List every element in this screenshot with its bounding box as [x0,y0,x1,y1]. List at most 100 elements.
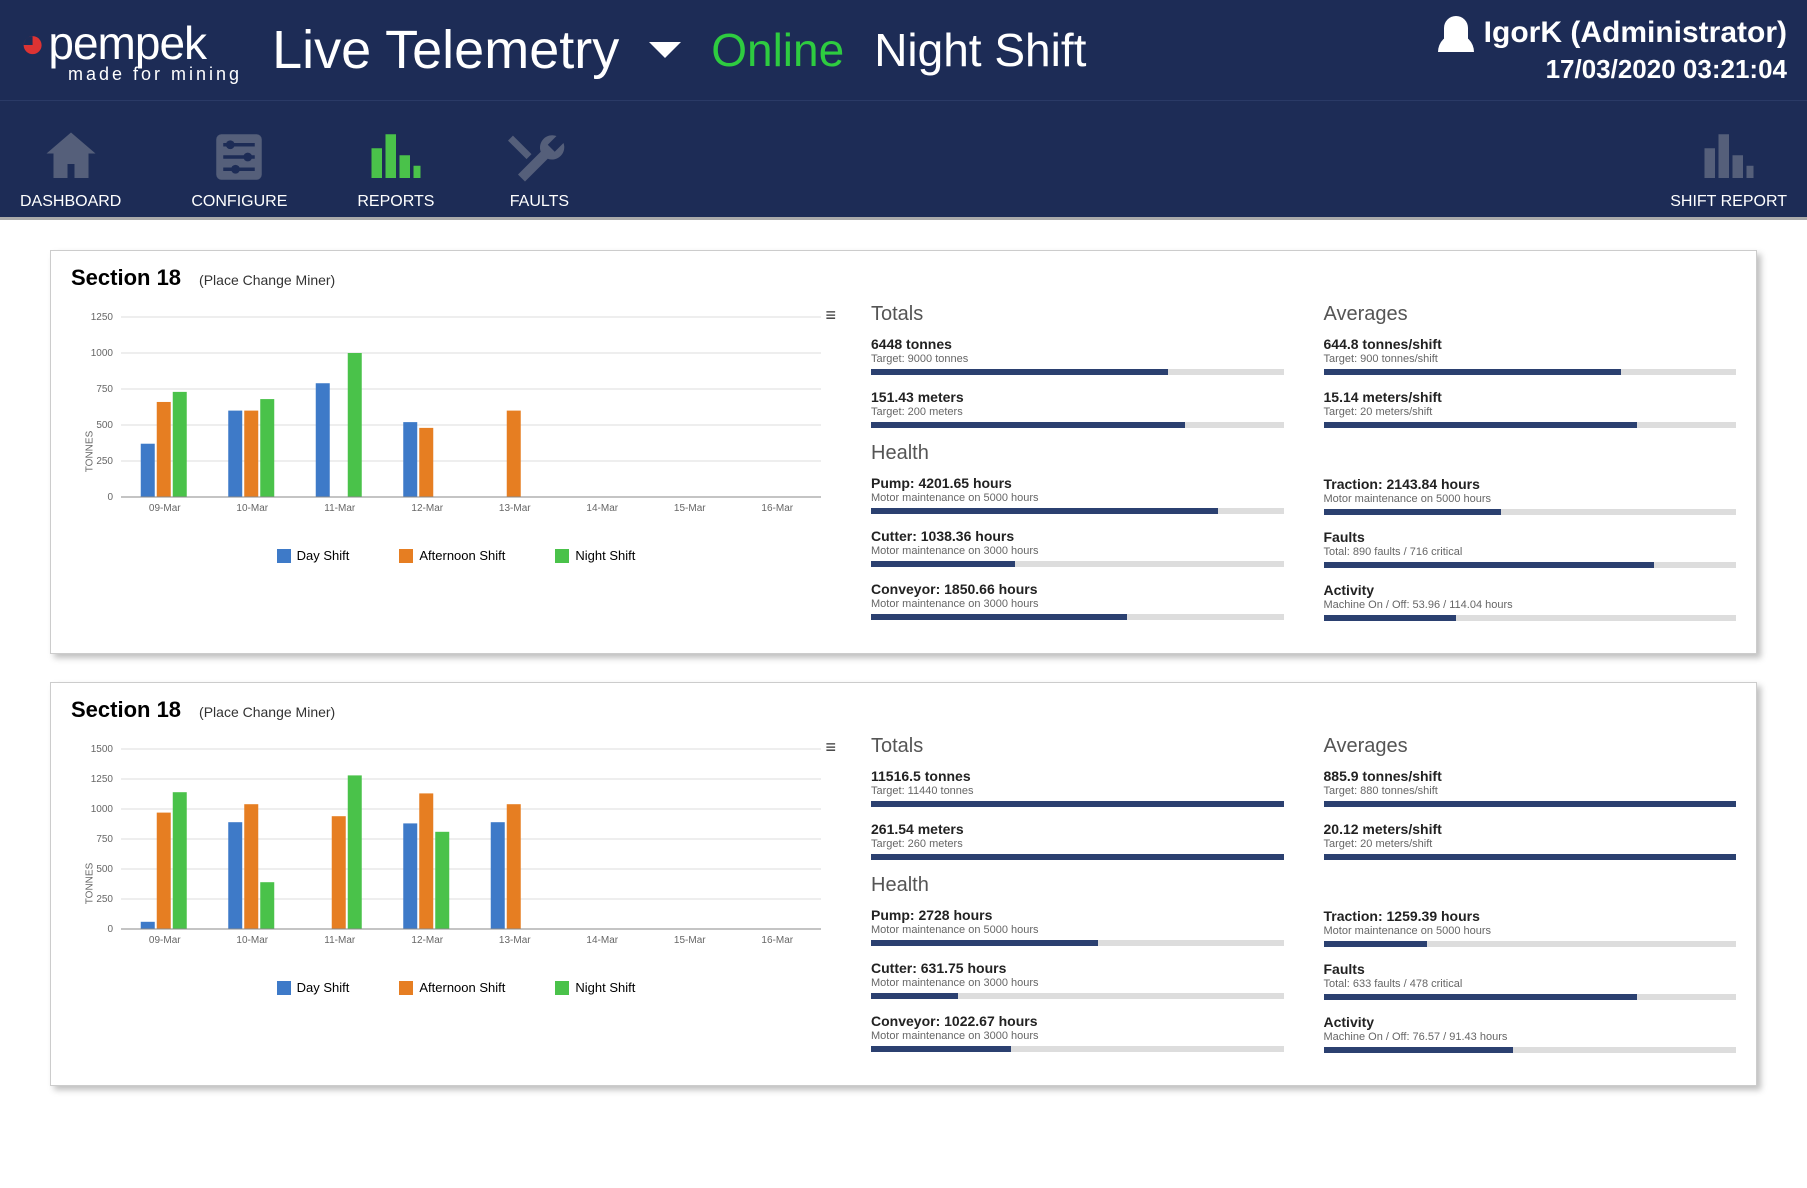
bar[interactable] [507,411,521,497]
progress-track [1324,615,1737,621]
progress-track [1324,801,1737,807]
metric: Pump: 4201.65 hoursMotor maintenance on … [871,475,1284,514]
chart-menu-icon[interactable]: ≡ [825,737,835,758]
progress-fill [871,561,1015,567]
legend-label: Afternoon Shift [419,548,505,563]
metric: Traction: 1259.39 hoursMotor maintenance… [1324,908,1737,947]
legend-swatch [277,981,291,995]
metric-sub: Target: 20 meters/shift [1324,406,1737,418]
metric: Pump: 2728 hoursMotor maintenance on 500… [871,907,1284,946]
bar[interactable] [507,804,521,929]
legend-swatch [277,549,291,563]
progress-fill [871,801,1284,807]
legend-label: Night Shift [575,548,635,563]
bar[interactable] [228,822,242,929]
nav-label: FAULTS [510,193,569,211]
progress-fill [871,993,958,999]
legend-item[interactable]: Afternoon Shift [399,980,505,995]
svg-text:11-Mar: 11-Mar [324,935,356,946]
metric-title: 15.14 meters/shift [1324,389,1737,405]
metric: 644.8 tonnes/shiftTarget: 900 tonnes/shi… [1324,336,1737,375]
nav-label: CONFIGURE [191,193,287,211]
logo-tagline: made for mining [68,64,242,85]
bar[interactable] [244,411,258,497]
bar[interactable] [173,392,187,497]
legend-item[interactable]: Night Shift [555,980,635,995]
metric-sub: Motor maintenance on 3000 hours [871,1030,1284,1042]
bar[interactable] [141,444,155,497]
progress-fill [871,508,1218,514]
metric-title: Cutter: 631.75 hours [871,960,1284,976]
svg-text:12-Mar: 12-Mar [411,935,443,946]
bar[interactable] [332,816,346,929]
svg-text:12-Mar: 12-Mar [411,503,443,514]
bar[interactable] [260,399,274,497]
bar[interactable] [244,804,258,929]
metric-title: 20.12 meters/shift [1324,821,1737,837]
svg-text:500: 500 [96,864,113,875]
bar[interactable] [228,411,242,497]
bar[interactable] [403,422,417,497]
chart-menu-icon[interactable]: ≡ [825,305,835,326]
metric: 11516.5 tonnesTarget: 11440 tonnes [871,768,1284,807]
legend-label: Night Shift [575,980,635,995]
progress-fill [1324,562,1654,568]
user-name: IgorK (Administrator) [1484,16,1787,50]
progress-fill [1324,422,1638,428]
metric-title: 885.9 tonnes/shift [1324,768,1737,784]
bar[interactable] [316,383,330,497]
status-online: Online [711,23,844,77]
metric: ActivityMachine On / Off: 53.96 / 114.04… [1324,582,1737,621]
nav-configure[interactable]: CONFIGURE [191,127,287,211]
svg-text:1250: 1250 [91,774,114,785]
nav-label: DASHBOARD [20,193,121,211]
progress-track [871,801,1284,807]
metric-sub: Target: 200 meters [871,406,1284,418]
bar[interactable] [419,793,433,929]
page-title: Live Telemetry [272,19,619,81]
nav-reports[interactable]: REPORTS [357,127,434,211]
bar-chart: 025050075010001250150009-Mar10-Mar11-Mar… [71,729,831,969]
bar[interactable] [141,922,155,929]
totals-heading: Totals [871,303,1284,326]
bar[interactable] [260,882,274,929]
metric-title: 261.54 meters [871,821,1284,837]
nav-shift-report[interactable]: SHIFT REPORT [1670,127,1787,211]
metric-sub: Total: 633 faults / 478 critical [1324,978,1737,990]
legend-item[interactable]: Night Shift [555,548,635,563]
page-dropdown-icon[interactable] [649,42,681,58]
progress-fill [871,422,1185,428]
bar[interactable] [435,832,449,929]
bar[interactable] [348,775,362,929]
nav-label: SHIFT REPORT [1670,193,1787,211]
bar[interactable] [403,823,417,929]
nav-faults[interactable]: FAULTS [504,127,574,211]
progress-track [871,369,1284,375]
legend-item[interactable]: Day Shift [277,980,350,995]
svg-text:14-Mar: 14-Mar [586,935,618,946]
bar[interactable] [157,402,171,497]
svg-text:14-Mar: 14-Mar [586,503,618,514]
progress-fill [1324,509,1501,515]
bar[interactable] [491,822,505,929]
bar[interactable] [348,353,362,497]
metric-sub: Motor maintenance on 5000 hours [871,492,1284,504]
progress-track [1324,854,1737,860]
bar[interactable] [157,813,171,929]
legend-swatch [555,981,569,995]
metric-sub: Target: 11440 tonnes [871,785,1284,797]
bar[interactable] [419,428,433,497]
bar-chart-icon [361,127,431,187]
metric: 261.54 metersTarget: 260 meters [871,821,1284,860]
health-heading: Health [871,442,1284,465]
metric-title: 11516.5 tonnes [871,768,1284,784]
legend-item[interactable]: Afternoon Shift [399,548,505,563]
bar[interactable] [173,792,187,929]
legend-swatch [399,549,413,563]
metric-title: Faults [1324,529,1737,545]
user-block[interactable]: IgorK (Administrator) 17/03/2020 03:21:0… [1438,16,1787,85]
metric-title: 151.43 meters [871,389,1284,405]
nav-dashboard[interactable]: DASHBOARD [20,127,121,211]
progress-track [871,993,1284,999]
legend-item[interactable]: Day Shift [277,548,350,563]
